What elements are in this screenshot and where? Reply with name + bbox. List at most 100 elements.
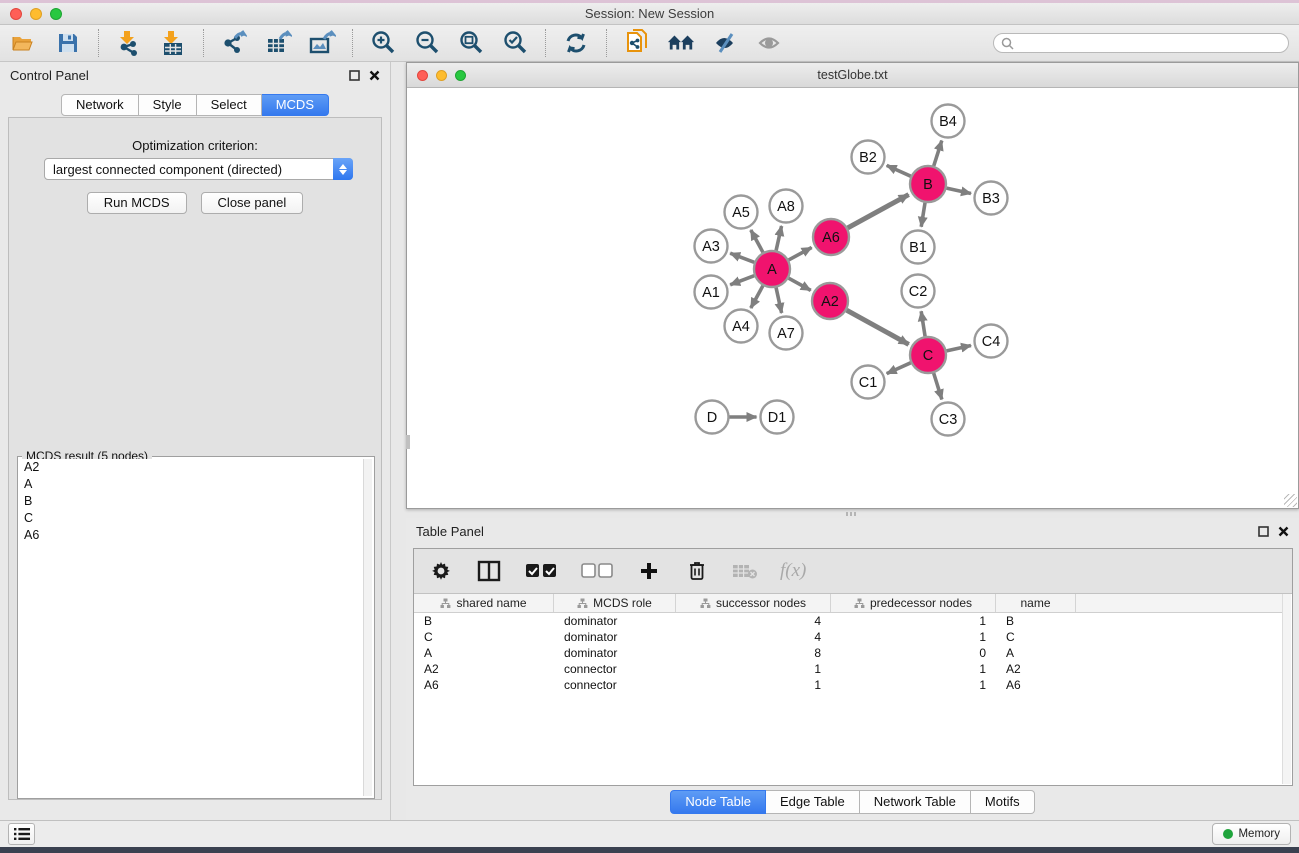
network-minimize-button[interactable]: [436, 70, 447, 81]
tab-network[interactable]: Network: [61, 94, 139, 116]
graph-edge-C-C1[interactable]: [887, 363, 911, 374]
graph-edge-B-B4[interactable]: [934, 141, 942, 166]
graph-node-C3[interactable]: C3: [932, 403, 965, 436]
table-cell[interactable]: A: [996, 646, 1076, 660]
graph-node-A8[interactable]: A8: [770, 190, 803, 223]
graph-edge-A6-B[interactable]: [848, 195, 909, 228]
mcds-result-item[interactable]: A: [20, 476, 362, 493]
close-panel-icon[interactable]: [1278, 526, 1289, 537]
network-zoom-button[interactable]: [455, 70, 466, 81]
clone-network-icon[interactable]: [623, 29, 651, 57]
graph-edge-C-C4[interactable]: [947, 345, 971, 350]
graph-edge-C-C2[interactable]: [921, 311, 925, 336]
table-row[interactable]: Cdominator41C: [414, 629, 1282, 645]
graph-node-A[interactable]: A: [754, 251, 790, 287]
float-panel-icon[interactable]: [1258, 526, 1269, 537]
tab-network-table[interactable]: Network Table: [860, 790, 971, 814]
graph-edge-A2-C[interactable]: [847, 310, 909, 344]
graph-edge-A-A1[interactable]: [730, 276, 754, 285]
mcds-result-item[interactable]: A2: [20, 459, 362, 476]
export-network-icon[interactable]: [220, 29, 248, 57]
table-cell[interactable]: A2: [414, 662, 554, 676]
minimize-window-button[interactable]: [30, 8, 42, 20]
graph-edge-A-A2[interactable]: [789, 278, 811, 290]
column-header-name[interactable]: name: [996, 594, 1076, 612]
horizontal-splitter-handle[interactable]: [845, 511, 857, 517]
graph-node-A5[interactable]: A5: [725, 196, 758, 229]
table-cell[interactable]: connector: [554, 662, 676, 676]
tab-select[interactable]: Select: [197, 94, 262, 116]
search-field[interactable]: [993, 33, 1289, 53]
graph-node-A7[interactable]: A7: [770, 317, 803, 350]
network-canvas[interactable]: B4B2BB3A8A5A6A3B1AC2A1A2A4A7C4CC1DD1C3: [407, 88, 1298, 508]
graph-node-A1[interactable]: A1: [695, 276, 728, 309]
graph-edge-C-C3[interactable]: [934, 373, 942, 399]
graph-edge-B-B3[interactable]: [947, 188, 971, 193]
table-cell[interactable]: 1: [676, 662, 831, 676]
task-history-button[interactable]: [8, 823, 35, 845]
table-cell[interactable]: 8: [676, 646, 831, 660]
deselect-all-columns-icon[interactable]: [580, 558, 614, 584]
table-cell[interactable]: 1: [676, 678, 831, 692]
table-row[interactable]: A2connector11A2: [414, 661, 1282, 677]
zoom-in-icon[interactable]: [369, 29, 397, 57]
table-cell[interactable]: 1: [831, 614, 996, 628]
column-header-successor-nodes[interactable]: successor nodes: [676, 594, 831, 612]
window-resize-grip[interactable]: [1284, 494, 1297, 507]
graph-node-C[interactable]: C: [910, 337, 946, 373]
delete-column-icon[interactable]: [684, 558, 710, 584]
refresh-icon[interactable]: [562, 29, 590, 57]
graph-node-A3[interactable]: A3: [695, 230, 728, 263]
graph-edge-A-A8[interactable]: [776, 226, 781, 250]
network-graph[interactable]: B4B2BB3A8A5A6A3B1AC2A1A2A4A7C4CC1DD1C3: [407, 88, 1298, 508]
tab-style[interactable]: Style: [139, 94, 197, 116]
eye-icon[interactable]: [755, 29, 783, 57]
table-cell[interactable]: 4: [676, 630, 831, 644]
close-panel-button[interactable]: Close panel: [201, 192, 304, 214]
graph-node-B2[interactable]: B2: [852, 141, 885, 174]
table-cell[interactable]: C: [996, 630, 1076, 644]
column-header-predecessor-nodes[interactable]: predecessor nodes: [831, 594, 996, 612]
hide-details-icon[interactable]: [711, 29, 739, 57]
graph-node-C4[interactable]: C4: [975, 325, 1008, 358]
graph-edge-A-A5[interactable]: [751, 230, 763, 252]
mcds-result-item[interactable]: C: [20, 510, 362, 527]
table-cell[interactable]: B: [414, 614, 554, 628]
table-cell[interactable]: A: [414, 646, 554, 660]
network-close-button[interactable]: [417, 70, 428, 81]
table-row[interactable]: Bdominator41B: [414, 613, 1282, 629]
zoom-selected-icon[interactable]: [501, 29, 529, 57]
tab-node-table[interactable]: Node Table: [670, 790, 766, 814]
search-input[interactable]: [1018, 36, 1281, 50]
table-row[interactable]: Adominator80A: [414, 645, 1282, 661]
open-file-icon[interactable]: [10, 29, 38, 57]
table-cell[interactable]: dominator: [554, 630, 676, 644]
add-column-icon[interactable]: [636, 558, 662, 584]
zoom-out-icon[interactable]: [413, 29, 441, 57]
function-builder-icon[interactable]: f(x): [780, 560, 806, 582]
graph-node-B3[interactable]: B3: [975, 182, 1008, 215]
close-panel-icon[interactable]: [369, 70, 380, 81]
save-icon[interactable]: [54, 29, 82, 57]
result-list-scrollbar[interactable]: [363, 459, 372, 796]
graph-edge-A-A3[interactable]: [730, 253, 754, 262]
graph-edge-A-A6[interactable]: [789, 247, 812, 259]
table-cell[interactable]: A6: [996, 678, 1076, 692]
split-view-icon[interactable]: [476, 558, 502, 584]
tab-motifs[interactable]: Motifs: [971, 790, 1035, 814]
table-cell[interactable]: A6: [414, 678, 554, 692]
tab-mcds[interactable]: MCDS: [262, 94, 329, 116]
zoom-window-button[interactable]: [50, 8, 62, 20]
import-table-icon[interactable]: [159, 29, 187, 57]
column-header-MCDS-role[interactable]: MCDS role: [554, 594, 676, 612]
graph-node-A6[interactable]: A6: [813, 219, 849, 255]
select-all-columns-icon[interactable]: [524, 558, 558, 584]
table-cell[interactable]: B: [996, 614, 1076, 628]
run-mcds-button[interactable]: Run MCDS: [87, 192, 187, 214]
graph-node-D[interactable]: D: [696, 401, 729, 434]
export-table-icon[interactable]: [264, 29, 292, 57]
mcds-result-item[interactable]: B: [20, 493, 362, 510]
graph-edge-B-B1[interactable]: [921, 203, 925, 227]
graph-edge-A-A7[interactable]: [776, 288, 782, 313]
graph-node-B[interactable]: B: [910, 166, 946, 202]
